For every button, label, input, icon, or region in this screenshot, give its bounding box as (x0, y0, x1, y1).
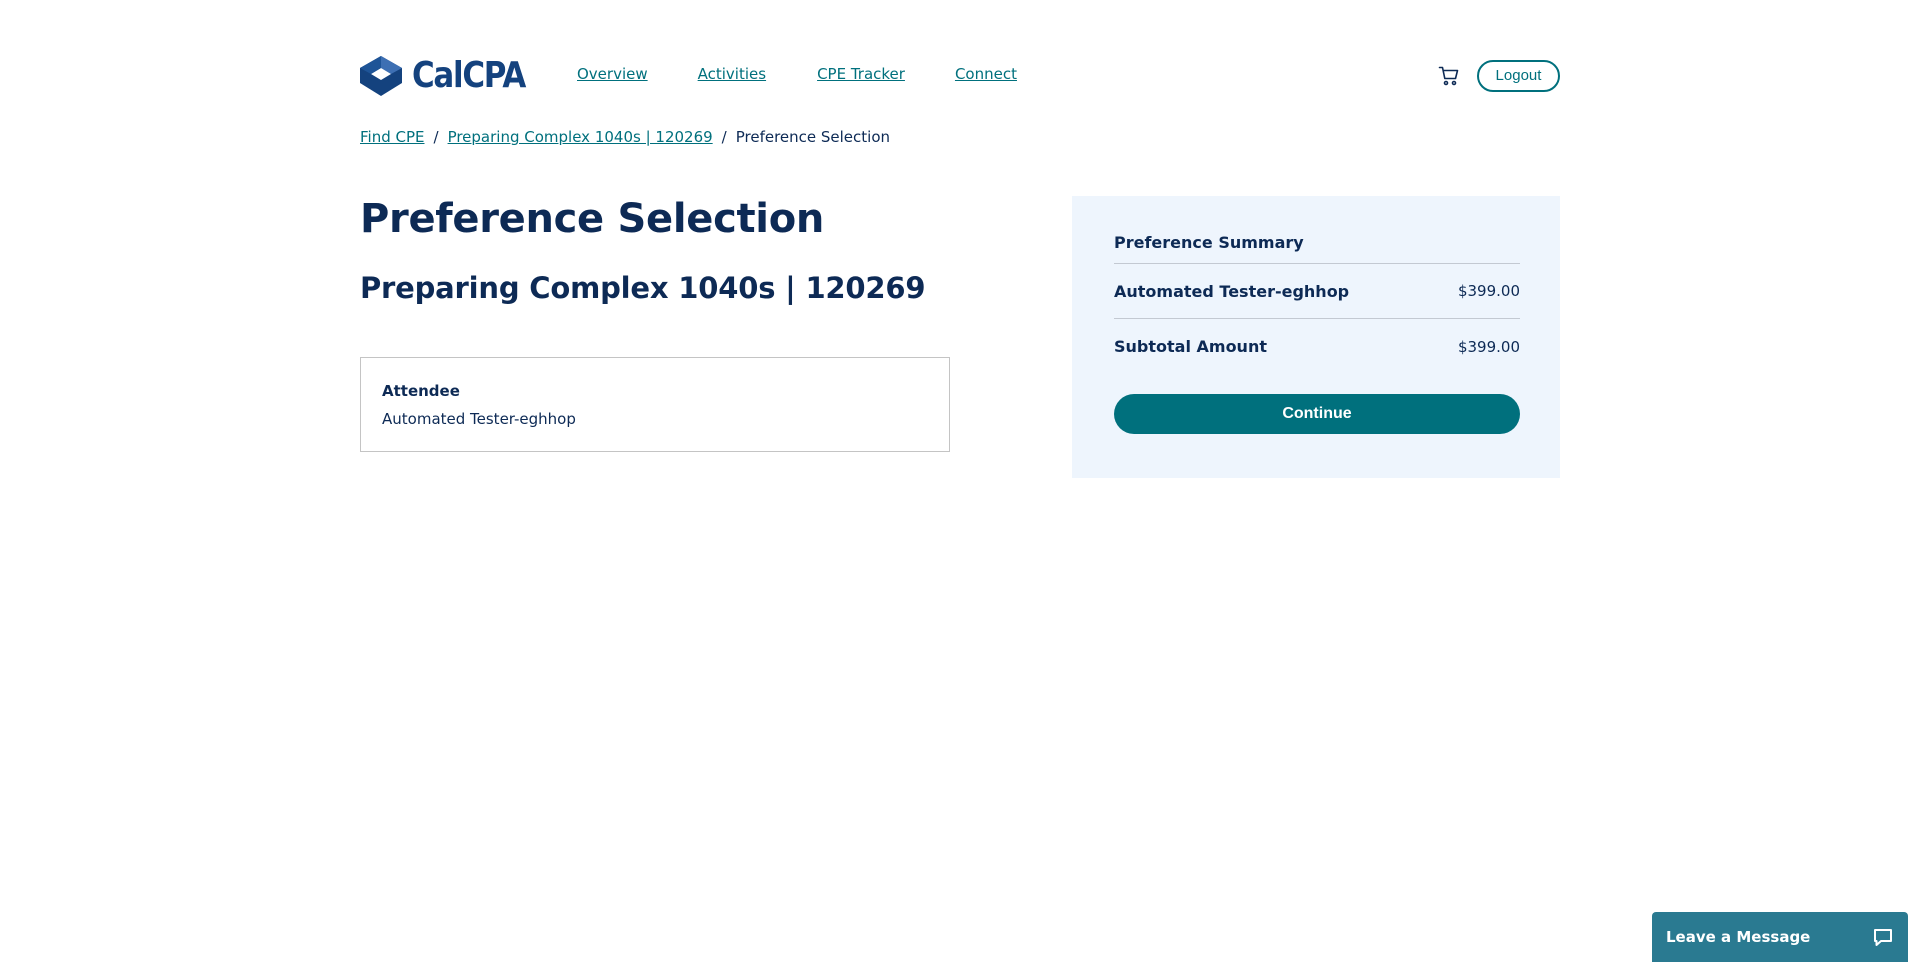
summary-row-label: Automated Tester-eghhop (1114, 281, 1350, 301)
breadcrumb-find-cpe[interactable]: Find CPE (360, 128, 425, 146)
breadcrumb-separator: / (721, 128, 727, 146)
calcpa-logo-icon (360, 56, 402, 96)
breadcrumb-current: Preference Selection (735, 128, 891, 146)
attendee-card: Attendee Automated Tester-eghhop (360, 357, 950, 452)
logout-button[interactable]: Logout (1477, 60, 1560, 92)
attendee-label: Attendee (382, 382, 460, 400)
chat-label: Leave a Message (1666, 928, 1811, 946)
main-nav: Overview Activities CPE Tracker Connect (577, 65, 1067, 83)
continue-button[interactable]: Continue (1114, 394, 1520, 434)
chat-bubble-icon (1874, 929, 1892, 946)
breadcrumb-separator: / (433, 128, 439, 146)
course-title: Preparing Complex 1040s | 120269 (360, 271, 926, 305)
summary-row-attendee: Automated Tester-eghhop $399.00 (1114, 264, 1520, 319)
breadcrumb: Find CPE / Preparing Complex 1040s | 120… (360, 128, 890, 146)
nav-cpe-tracker[interactable]: CPE Tracker (817, 65, 905, 83)
nav-connect[interactable]: Connect (955, 65, 1017, 83)
nav-activities[interactable]: Activities (698, 65, 766, 83)
subtotal-label: Subtotal Amount (1114, 337, 1267, 356)
page-title: Preference Selection (360, 196, 825, 242)
leave-message-chat-widget[interactable]: Leave a Message (1652, 912, 1908, 962)
summary-row-subtotal: Subtotal Amount $399.00 (1114, 319, 1520, 374)
logo-text: CalCPA (412, 55, 526, 96)
preference-summary-panel: Preference Summary Automated Tester-eghh… (1072, 196, 1560, 478)
summary-title: Preference Summary (1114, 233, 1520, 264)
shopping-cart-icon[interactable] (1438, 65, 1460, 87)
nav-overview[interactable]: Overview (577, 65, 648, 83)
subtotal-amount: $399.00 (1457, 337, 1520, 356)
summary-row-amount: $399.00 (1457, 282, 1520, 300)
breadcrumb-course[interactable]: Preparing Complex 1040s | 120269 (448, 128, 713, 146)
site-header: CalCPA Overview Activities CPE Tracker C… (360, 52, 1560, 98)
attendee-name: Automated Tester-eghhop (382, 410, 576, 428)
calcpa-logo[interactable]: CalCPA (360, 56, 543, 96)
